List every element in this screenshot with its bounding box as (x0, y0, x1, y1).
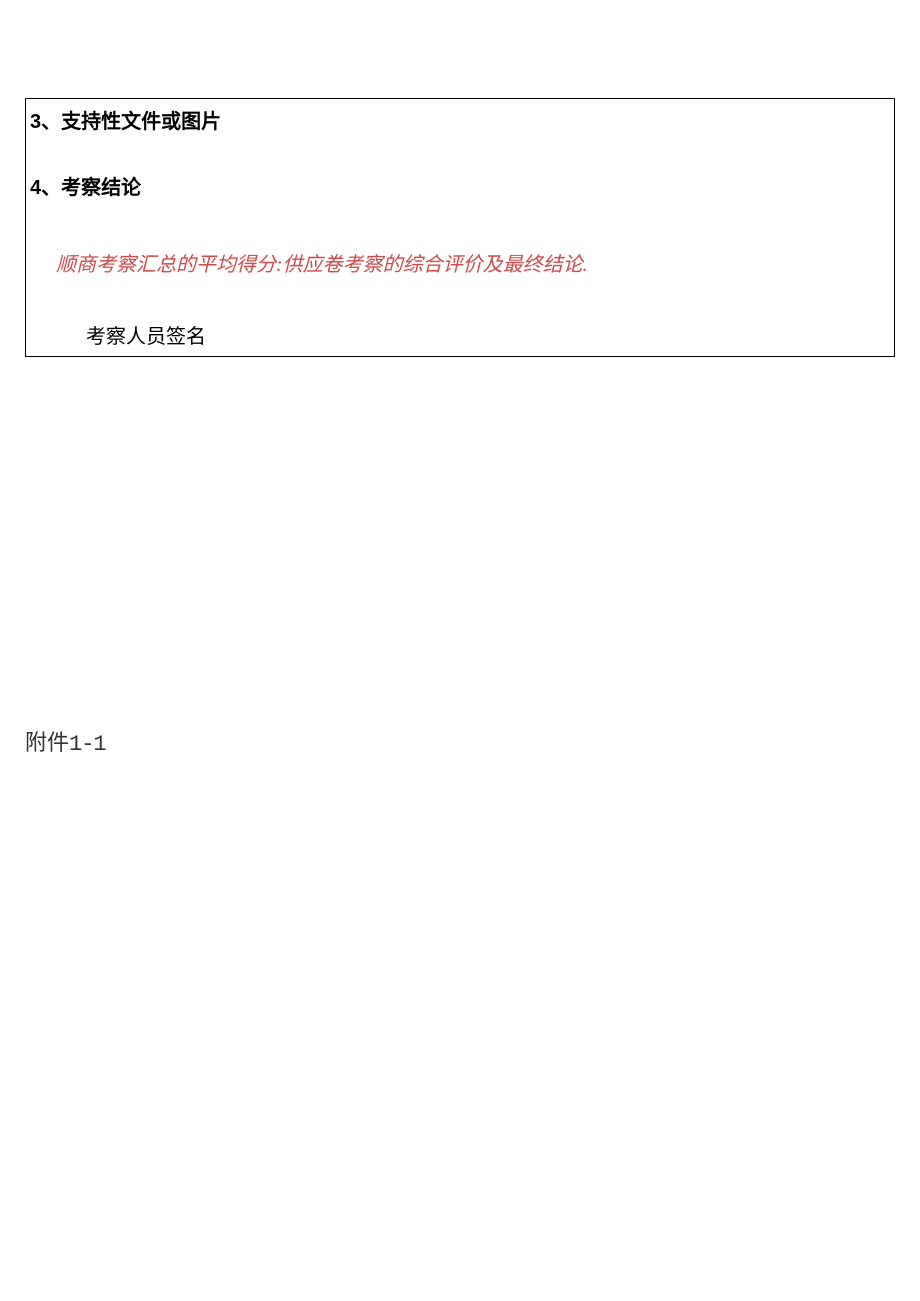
section-3-title: 支持性文件或图片 (61, 111, 221, 133)
form-box: 3、支持性文件或图片 4、考察结论 顺商考察汇总的平均得分:供应卷考察的综合评价… (25, 98, 895, 357)
conclusion-note: 顺商考察汇总的平均得分:供应卷考察的综合评价及最终结论. (26, 241, 894, 289)
section-3-number: 3 (30, 111, 41, 133)
attachment-prefix: 附件 (25, 730, 69, 755)
section-3-separator: 、 (41, 111, 61, 133)
section-3-heading: 3、支持性文件或图片 (26, 99, 894, 145)
attachment-number: 1-1 (69, 732, 106, 757)
section-4-separator: 、 (41, 177, 61, 199)
attachment-label: 附件1-1 (25, 725, 106, 757)
section-4-heading: 4、考察结论 (26, 165, 894, 211)
signature-label: 考察人员签名 (26, 314, 894, 356)
spacer (26, 145, 894, 165)
section-4-title: 考察结论 (61, 177, 141, 199)
section-4-number: 4 (30, 177, 41, 199)
